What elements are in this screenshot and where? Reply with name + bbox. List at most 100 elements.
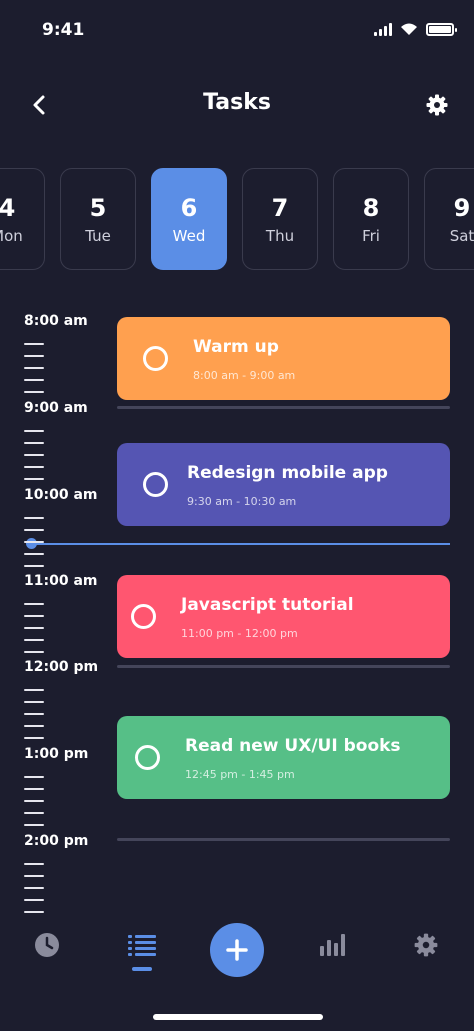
task-time: 8:00 am - 9:00 am — [193, 369, 296, 382]
timeline-tick — [24, 454, 44, 456]
time-label: 2:00 pm — [24, 833, 89, 849]
timeline-tick — [24, 725, 44, 727]
bar-chart-icon — [320, 934, 345, 956]
timeline-tick — [24, 517, 44, 519]
timeline-tick — [24, 651, 44, 653]
timeline-tick — [24, 776, 44, 778]
task-title: Redesign mobile app — [187, 463, 388, 483]
date-chip-8[interactable]: 8 Fri — [333, 168, 409, 270]
timeline-tick — [24, 367, 44, 369]
timeline-tick — [24, 788, 44, 790]
task-time: 11:00 pm - 12:00 pm — [181, 627, 298, 640]
time-label: 12:00 pm — [24, 659, 99, 675]
add-task-button[interactable] — [210, 923, 264, 977]
date-chip-5[interactable]: 5 Tue — [60, 168, 136, 270]
date-weekday: Wed — [172, 227, 206, 245]
timeline-tick — [24, 430, 44, 432]
date-number: 5 — [89, 194, 107, 222]
task-checkbox[interactable] — [143, 472, 168, 497]
date-number: 4 — [0, 194, 16, 222]
timeline-tick — [24, 627, 44, 629]
date-chip-7[interactable]: 7 Thu — [242, 168, 318, 270]
date-number: 8 — [362, 194, 380, 222]
current-time-dot — [26, 538, 37, 549]
time-label: 8:00 am — [24, 313, 88, 329]
task-card-read-ux-ui-books[interactable]: Read new UX/UI books 12:45 pm - 1:45 pm — [117, 716, 450, 799]
task-checkbox[interactable] — [143, 346, 168, 371]
timeline-tick — [24, 800, 44, 802]
plus-icon — [226, 939, 248, 961]
list-icon — [128, 935, 156, 956]
timeline-tick — [24, 478, 44, 480]
timeline-tick — [24, 553, 44, 555]
home-indicator — [153, 1014, 323, 1020]
timeline-tick — [24, 639, 44, 641]
timeline-tick — [24, 442, 44, 444]
date-chip-4[interactable]: 4 Mon — [0, 168, 45, 270]
nav-statistics[interactable] — [312, 925, 352, 965]
page-title: Tasks — [203, 90, 271, 115]
time-label: 9:00 am — [24, 400, 88, 416]
time-label: 1:00 pm — [24, 746, 89, 762]
settings-button[interactable] — [420, 88, 454, 122]
timeline-tick — [24, 701, 44, 703]
date-number: 6 — [180, 194, 198, 222]
battery-icon — [426, 23, 457, 36]
hour-divider — [117, 838, 450, 841]
timeline-tick — [24, 812, 44, 814]
battery-level — [429, 26, 451, 33]
header: Tasks — [0, 80, 474, 130]
status-time: 9:41 — [42, 20, 85, 40]
timeline-tick — [24, 863, 44, 865]
task-time: 12:45 pm - 1:45 pm — [185, 768, 295, 781]
date-weekday: Mon — [0, 227, 23, 245]
timeline-tick — [24, 541, 44, 543]
task-title: Javascript tutorial — [181, 595, 354, 615]
current-time-line — [34, 543, 450, 545]
task-checkbox[interactable] — [135, 745, 160, 770]
gear-icon — [414, 933, 438, 957]
timeline-tick — [24, 615, 44, 617]
timeline-tick — [24, 343, 44, 345]
task-title: Warm up — [193, 337, 279, 357]
date-chip-6[interactable]: 6 Wed — [151, 168, 227, 270]
task-title: Read new UX/UI books — [185, 736, 401, 756]
date-strip: 4 Mon 5 Tue 6 Wed 7 Thu 8 Fri 9 Sat — [0, 168, 474, 270]
timeline-tick — [24, 899, 44, 901]
timeline-tick — [24, 379, 44, 381]
signal-icon — [374, 23, 392, 36]
timeline-tick — [24, 355, 44, 357]
hour-divider — [117, 406, 450, 409]
date-number: 7 — [271, 194, 289, 222]
status-icons — [374, 22, 457, 36]
status-bar: 9:41 — [0, 0, 474, 60]
task-time: 9:30 am - 10:30 am — [187, 495, 297, 508]
hour-divider — [117, 665, 450, 668]
task-checkbox[interactable] — [131, 604, 156, 629]
time-label: 11:00 am — [24, 573, 98, 589]
clock-icon — [35, 933, 59, 957]
task-card-redesign-mobile-app[interactable]: Redesign mobile app 9:30 am - 10:30 am — [117, 443, 450, 526]
timeline-tick — [24, 565, 44, 567]
nav-tasks[interactable] — [122, 925, 162, 965]
date-weekday: Tue — [85, 227, 111, 245]
time-label: 10:00 am — [24, 487, 98, 503]
task-card-javascript-tutorial[interactable]: Javascript tutorial 11:00 pm - 12:00 pm — [117, 575, 450, 658]
bottom-nav — [0, 915, 474, 995]
timeline-tick — [24, 824, 44, 826]
timeline-tick — [24, 713, 44, 715]
nav-active-indicator — [132, 967, 152, 971]
date-weekday: Sat — [449, 227, 474, 245]
timeline: 8:00 am 9:00 am 10:00 am 11:00 am 12:00 … — [0, 305, 474, 913]
nav-history[interactable] — [27, 925, 67, 965]
timeline-tick — [24, 911, 44, 913]
timeline-tick — [24, 603, 44, 605]
timeline-tick — [24, 737, 44, 739]
date-weekday: Fri — [362, 227, 380, 245]
date-weekday: Thu — [265, 227, 295, 245]
nav-settings[interactable] — [406, 925, 446, 965]
date-number: 9 — [453, 194, 471, 222]
date-chip-9[interactable]: 9 Sat — [424, 168, 474, 270]
task-card-warm-up[interactable]: Warm up 8:00 am - 9:00 am — [117, 317, 450, 400]
wifi-icon — [401, 23, 417, 35]
